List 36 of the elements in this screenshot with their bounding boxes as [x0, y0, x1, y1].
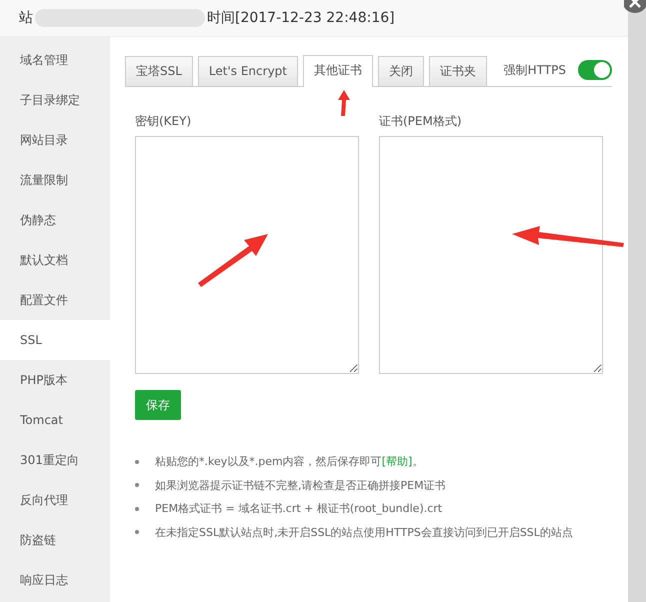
toggle-label: 强制HTTPS [504, 62, 566, 78]
sidebar-item[interactable]: SSL [0, 320, 110, 360]
toggle-switch[interactable] [578, 60, 612, 80]
tab[interactable]: 宝塔SSL [125, 56, 193, 86]
sidebar-item[interactable]: 子目录绑定 [0, 80, 110, 120]
arrow-drawing [198, 234, 268, 287]
sidebar-item[interactable]: 默认文档 [0, 240, 110, 280]
sidebar-item[interactable]: 防盗链 [0, 520, 110, 560]
sidebar-item[interactable]: 伪静态 [0, 200, 110, 240]
tab[interactable]: 关闭 [378, 56, 424, 86]
tab[interactable]: Let's Encrypt [198, 56, 298, 86]
arrow-drawing [338, 90, 350, 116]
window-title: 时间[2017-12-23 22:48:16] [207, 9, 395, 27]
sidebar-item[interactable]: 响应日志 [0, 560, 110, 600]
sidebar-item[interactable]: 301重定向 [0, 440, 110, 480]
sidebar-item[interactable]: 配置文件 [0, 280, 110, 320]
sidebar-item[interactable]: 网站目录 [0, 120, 110, 160]
window-title: 站 [19, 9, 33, 27]
field-label: 密钥(KEY) [135, 113, 192, 130]
sidebar-item[interactable]: 流量限制 [0, 160, 110, 200]
field-label: 证书(PEM格式) [379, 113, 463, 130]
tip-text: 在未指定SSL默认站点时,未开启SSL的站点使用HTTPS会直接访问到已开启SSL的站点 [155, 524, 573, 540]
bullet-icon [135, 460, 139, 464]
sidebar-item[interactable]: Tomcat [0, 400, 110, 440]
tip-text: 如果浏览器提示证书链不完整,请检查是否正确拼接PEM证书 [155, 478, 446, 493]
bullet-icon [135, 530, 139, 534]
tip-text: PEM格式证书 = 域名证书.crt + 根证书(root_bundle).crt [155, 501, 442, 516]
sidebar-item[interactable]: 反向代理 [0, 480, 110, 520]
bullet-icon [135, 483, 139, 488]
sidebar-item[interactable]: 域名管理 [0, 40, 110, 80]
tab[interactable]: 证书夹 [429, 56, 487, 86]
tab[interactable]: 其他证书 [303, 55, 373, 87]
tip-text: 粘贴您的*.key以及*.pem内容，然后保存即可[帮助]。 [155, 454, 424, 470]
close-icon[interactable] [624, 0, 646, 16]
sidebar-item[interactable]: PHP版本 [0, 360, 110, 400]
bullet-icon [135, 506, 139, 511]
